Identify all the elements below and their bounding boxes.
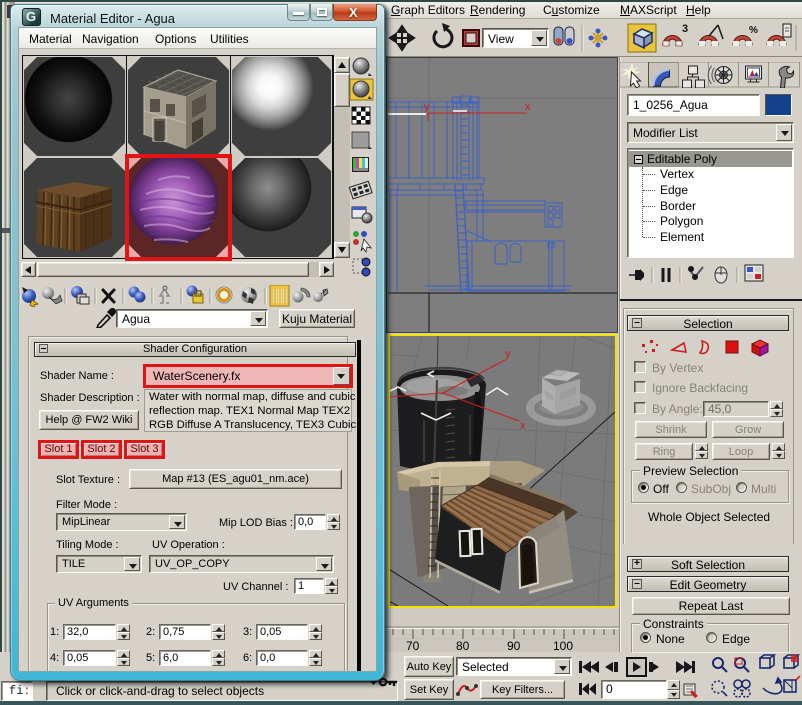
svg-text:%: % [749,25,758,36]
svg-text:y: y [505,348,511,360]
svg-text:100: 100 [553,639,573,653]
svg-text:x: x [525,101,531,113]
svg-text:x: x [520,420,526,432]
svg-text:80: 80 [456,639,470,653]
svg-text:y: y [424,101,430,113]
svg-text:90: 90 [507,639,521,653]
svg-text:3: 3 [682,23,688,35]
svg-text:70: 70 [406,639,420,653]
